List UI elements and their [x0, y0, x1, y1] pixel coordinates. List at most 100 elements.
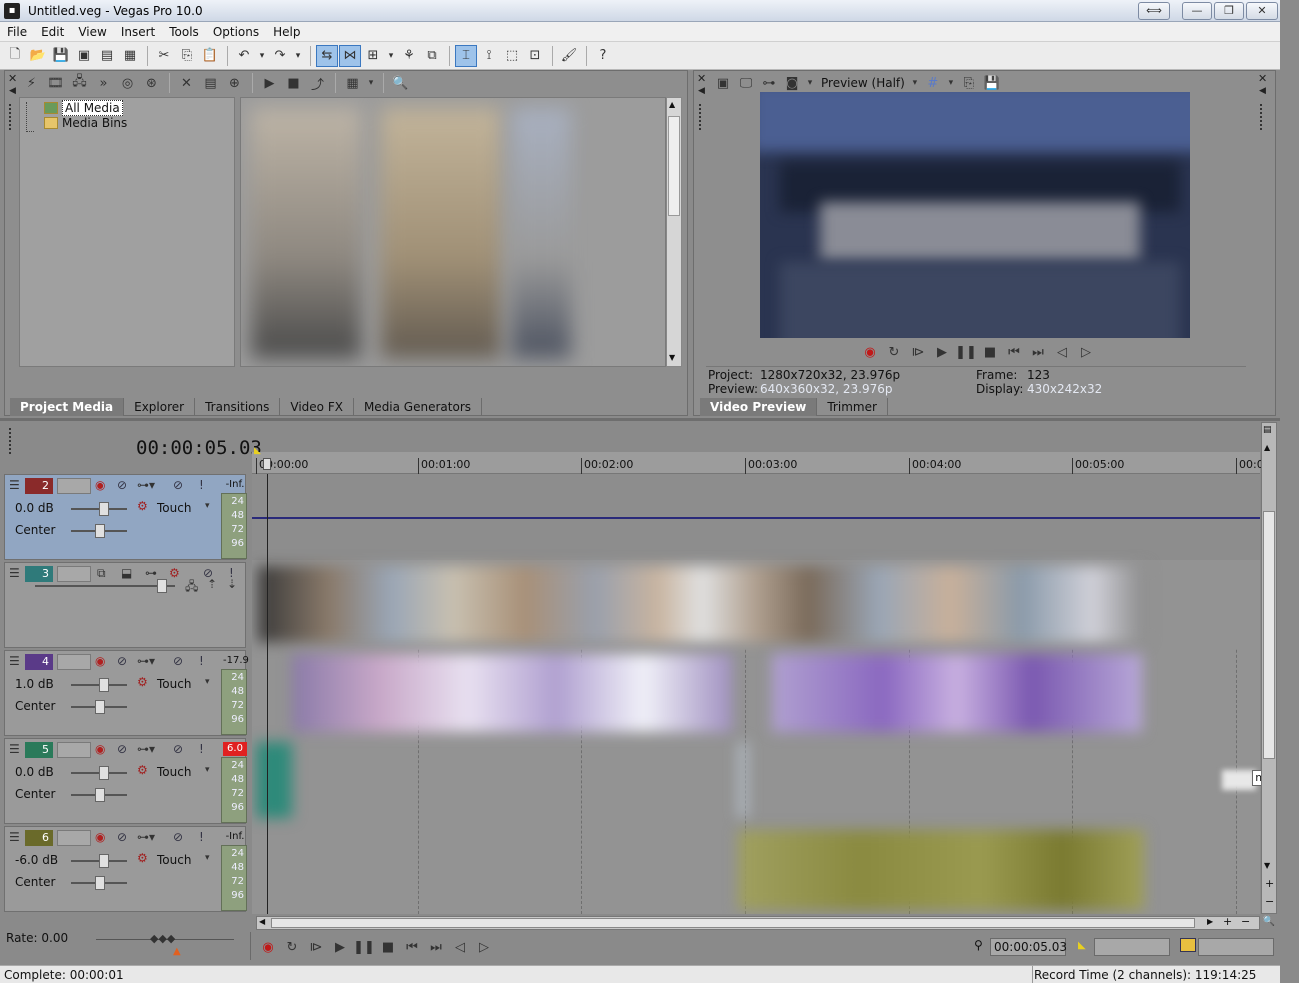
time-ruler[interactable]: 00:00:00 00:01:00 00:02:00 00:03:00 00:0…: [252, 452, 1264, 474]
track-list-icon[interactable]: ▤: [1263, 425, 1272, 435]
preview-mode-dropdown-icon[interactable]: ▾: [909, 72, 921, 94]
audio-clip[interactable]: [292, 654, 732, 732]
media-thumbnail[interactable]: [511, 108, 571, 358]
panel-grip-handle[interactable]: [1260, 104, 1263, 130]
next-frame-icon[interactable]: ▷: [472, 937, 496, 957]
menu-tools[interactable]: Tools: [162, 25, 206, 39]
loop-playback-icon[interactable]: ↻: [280, 937, 304, 957]
slider-knob[interactable]: [99, 502, 109, 516]
solo-icon[interactable]: !: [199, 742, 204, 756]
track-header-6[interactable]: ☰ 6 ◉ ⊘ ⊶▾ ⊘! -Inf. -6.0 dB ⚙ Touch ▾ Center 24 48 72 9…: [4, 826, 247, 912]
track-fx-icon[interactable]: ⊶▾: [137, 654, 155, 668]
scroll-up-icon[interactable]: ▲: [669, 100, 675, 109]
get-photo-icon[interactable]: ◎: [116, 72, 139, 94]
playhead-handle[interactable]: [263, 458, 271, 470]
pan-slider[interactable]: [71, 788, 127, 802]
go-to-end-icon[interactable]: ⏭: [1026, 342, 1050, 362]
preview-dropdown-icon[interactable]: ▾: [804, 72, 816, 94]
save-as-icon[interactable]: ▣: [73, 45, 95, 67]
video-clip[interactable]: [258, 566, 1146, 642]
overlays-dropdown-icon[interactable]: ▾: [945, 72, 957, 94]
timeline-horizontal-scrollbar[interactable]: ◀ ▶ + −: [256, 915, 1260, 930]
record-icon[interactable]: ◉: [858, 342, 882, 362]
panel-arrow-icon[interactable]: ◀: [1259, 86, 1266, 96]
audio-clip[interactable]: [256, 742, 292, 818]
menu-view[interactable]: View: [71, 25, 113, 39]
zoom-tool-icon[interactable]: 🔍: [1262, 916, 1276, 930]
zoom-out-horizontal-icon[interactable]: −: [1241, 915, 1250, 928]
media-scrollbar[interactable]: ▲ ▼: [666, 97, 682, 367]
cursor-time-field[interactable]: 00:00:05.03: [990, 938, 1067, 956]
undo-icon[interactable]: ↶: [233, 45, 255, 67]
audio-clip[interactable]: [738, 742, 748, 818]
automation-mode[interactable]: Touch: [157, 765, 191, 779]
close-button[interactable]: ✕: [1246, 2, 1278, 20]
volume-slider[interactable]: [71, 502, 127, 516]
open-icon[interactable]: 📂: [27, 45, 49, 67]
split-screen-icon[interactable]: ⊶: [758, 72, 780, 94]
scroll-up-icon[interactable]: ▲: [1264, 443, 1270, 452]
play-from-start-icon[interactable]: ⧐: [906, 342, 930, 362]
undo-dropdown-icon[interactable]: ▾: [256, 45, 268, 67]
track-menu-icon[interactable]: ☰: [9, 742, 20, 756]
compositing-icon[interactable]: ⬓: [121, 566, 132, 580]
automation-dropdown-icon[interactable]: ▾: [205, 853, 210, 863]
track-header-5[interactable]: ☰ 5 ◉ ⊘ ⊶▾ ⊘! 6.0 0.0 dB ⚙ Touch ▾ Center 24 48 72 96: [4, 738, 247, 824]
invert-phase-icon[interactable]: ⊘: [117, 654, 127, 668]
zoom-tool-icon[interactable]: ⊡: [524, 45, 546, 67]
play-icon[interactable]: ▶: [328, 937, 352, 957]
audio-clip[interactable]: [738, 830, 1144, 910]
track-name-field[interactable]: [57, 478, 91, 494]
slider-knob[interactable]: [99, 766, 109, 780]
composite-mode-icon[interactable]: ⊶: [145, 566, 157, 580]
auto-crossfade-icon[interactable]: ⋈: [339, 44, 361, 67]
views-icon[interactable]: ▦: [341, 72, 364, 94]
track-menu-icon[interactable]: ☰: [9, 654, 20, 668]
resize-button[interactable]: ⟺: [1138, 2, 1170, 20]
track-menu-icon[interactable]: ☰: [9, 478, 20, 492]
preview-mode-select[interactable]: Preview (Half): [817, 76, 909, 90]
arm-record-icon[interactable]: ◉: [95, 478, 105, 492]
splitter[interactable]: [0, 418, 1280, 421]
panel-arrow-icon[interactable]: ◀: [698, 86, 705, 96]
search-media-icon[interactable]: ⊛: [140, 72, 163, 94]
restore-button[interactable]: ❐: [1214, 2, 1244, 20]
record-icon[interactable]: ◉: [256, 937, 280, 957]
timeline-vertical-scrollbar[interactable]: ▤ ▲ ▼ + −: [1261, 422, 1277, 914]
collapse-icon[interactable]: ⇣: [227, 577, 237, 591]
panel-grip-handle[interactable]: [699, 104, 702, 130]
tab-explorer[interactable]: Explorer: [124, 398, 196, 416]
menu-help[interactable]: Help: [266, 25, 307, 39]
brush-icon[interactable]: 🖌: [558, 45, 580, 67]
previous-frame-icon[interactable]: ◁: [448, 937, 472, 957]
mute-icon[interactable]: ⊘: [173, 478, 183, 492]
whats-this-help-icon[interactable]: ?: [592, 45, 614, 67]
volume-slider[interactable]: [71, 854, 127, 868]
arm-record-icon[interactable]: ◉: [95, 830, 105, 844]
automation-mode[interactable]: Touch: [157, 853, 191, 867]
track-fx-icon[interactable]: ⚙: [169, 566, 180, 580]
loop-playback-icon[interactable]: ↻: [882, 342, 906, 362]
track-fx-icon[interactable]: ⊶▾: [137, 830, 155, 844]
go-to-end-icon[interactable]: ⏭: [424, 937, 448, 957]
media-thumbnail[interactable]: [381, 108, 501, 358]
mute-icon[interactable]: ⊘: [173, 654, 183, 668]
scroll-right-icon[interactable]: ▶: [1207, 917, 1213, 926]
next-frame-icon[interactable]: ▷: [1074, 342, 1098, 362]
scrollbar-thumb[interactable]: [668, 116, 680, 216]
arm-record-icon[interactable]: ◉: [95, 742, 105, 756]
save-snapshot-icon[interactable]: 💾: [981, 72, 1003, 94]
slider-knob[interactable]: [95, 700, 105, 714]
tree-item-all-media[interactable]: All Media: [44, 100, 123, 116]
automation-dropdown-icon[interactable]: ▾: [205, 501, 210, 511]
solo-icon[interactable]: !: [199, 478, 204, 492]
media-fx-icon[interactable]: ⊕: [223, 72, 246, 94]
volume-slider[interactable]: [71, 678, 127, 692]
capture-video-icon[interactable]: 🎞: [44, 72, 67, 94]
automation-dropdown-icon[interactable]: ▾: [205, 677, 210, 687]
automation-icon[interactable]: ⚙: [137, 499, 148, 513]
arm-record-icon[interactable]: ◉: [95, 654, 105, 668]
automation-icon[interactable]: ⚙: [137, 675, 148, 689]
tab-video-fx[interactable]: Video FX: [280, 398, 354, 416]
properties-icon[interactable]: ▦: [119, 45, 141, 67]
